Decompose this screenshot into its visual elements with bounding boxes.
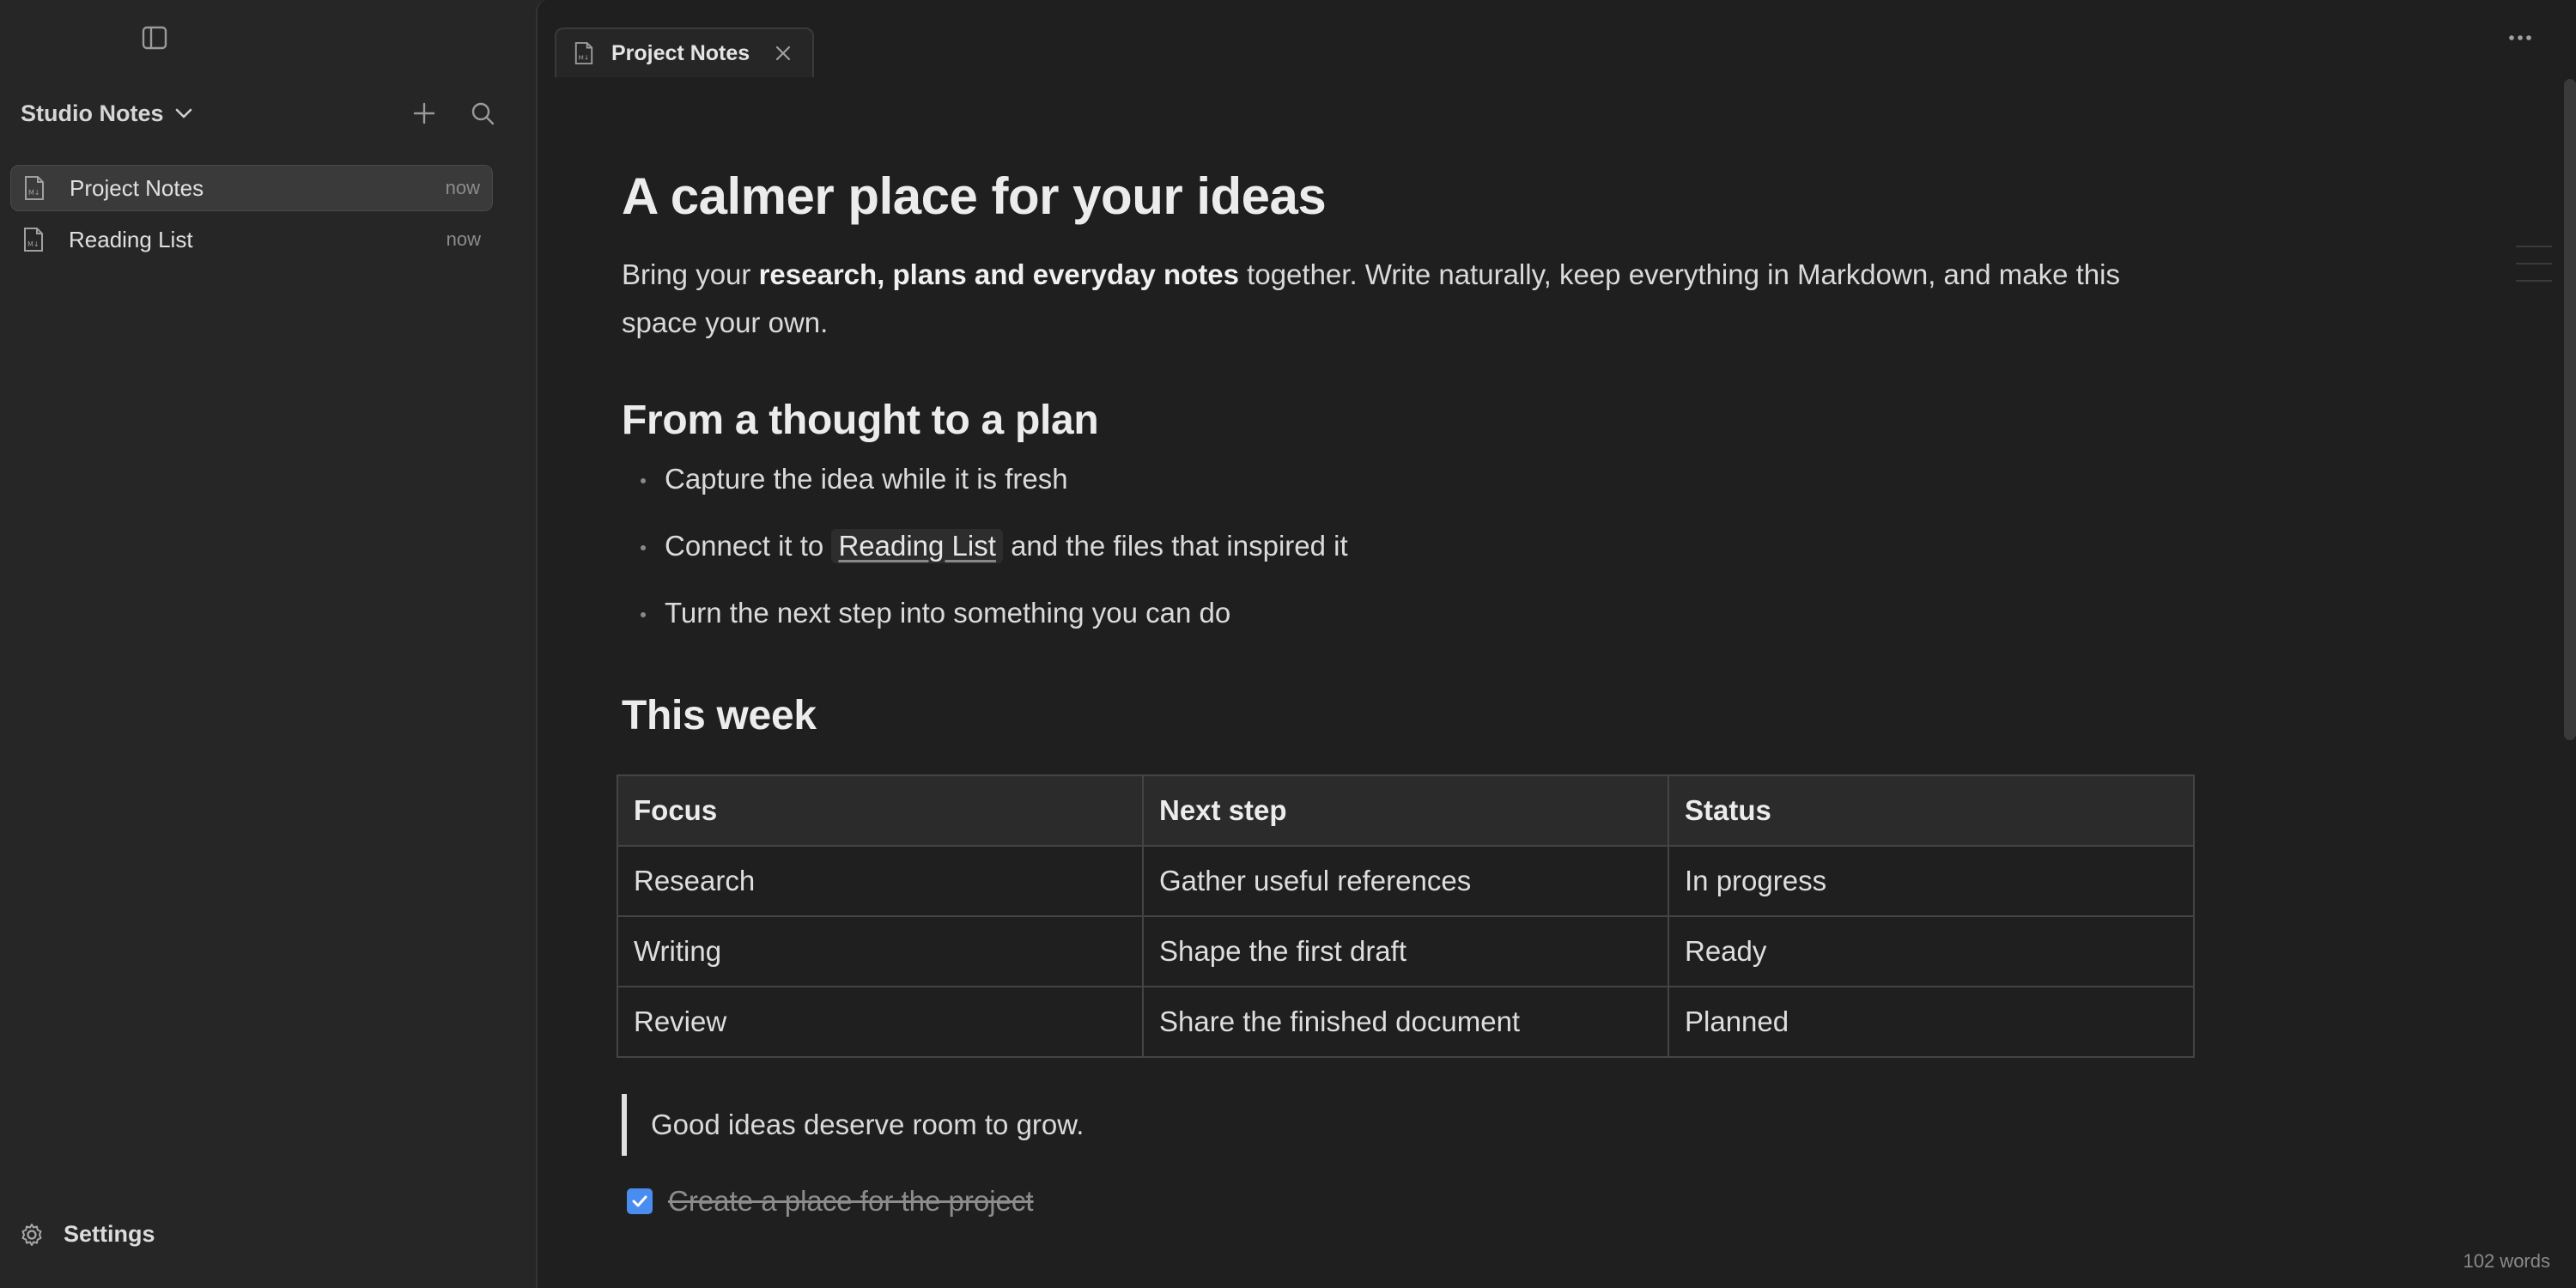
tab-label: Project Notes bbox=[611, 40, 750, 65]
table-cell: Review bbox=[617, 986, 1144, 1058]
gear-icon bbox=[21, 1223, 42, 1246]
svg-text:M↓: M↓ bbox=[579, 53, 590, 61]
settings-button[interactable]: Settings bbox=[19, 1221, 155, 1248]
list-item-text: Turn the next step into something you ca… bbox=[665, 597, 1231, 629]
list-item: Capture the idea while it is fresh bbox=[641, 462, 1348, 529]
table-cell: Ready bbox=[1668, 915, 2195, 987]
table-cell: Writing bbox=[617, 915, 1144, 987]
table-cell: Planned bbox=[1668, 986, 2195, 1058]
search-icon bbox=[471, 102, 495, 125]
markdown-file-icon: M↓ bbox=[22, 226, 48, 253]
internal-link-reading-list[interactable]: Reading List bbox=[831, 529, 1003, 563]
table-header-cell: Status bbox=[1668, 775, 2195, 847]
vault-name: Studio Notes bbox=[21, 100, 164, 126]
list-item-text: Connect it to bbox=[665, 530, 832, 562]
section-heading-plan: From a thought to a plan bbox=[622, 398, 1099, 443]
task-label: Create a place for the project bbox=[668, 1185, 1034, 1217]
list-item-text: and the files that inspired it bbox=[1002, 530, 1348, 562]
new-note-button[interactable] bbox=[409, 98, 440, 129]
list-item: Turn the next step into something you ca… bbox=[641, 596, 1348, 663]
intro-prefix: Bring your bbox=[622, 258, 759, 290]
vault-actions bbox=[409, 98, 498, 129]
sidebar: Studio Notes M↓ Project Notes now M↓ Rea… bbox=[0, 0, 536, 1288]
task-item: Create a place for the project bbox=[627, 1185, 1034, 1218]
blockquote-text: Good ideas deserve room to grow. bbox=[651, 1109, 1084, 1140]
table-cell: Gather useful references bbox=[1142, 845, 1669, 917]
table-header-cell: Focus bbox=[617, 775, 1144, 847]
svg-text:M↓: M↓ bbox=[28, 189, 40, 197]
svg-text:M↓: M↓ bbox=[27, 240, 39, 248]
document-content[interactable]: A calmer place for your ideas Bring your… bbox=[617, 77, 2231, 1288]
week-table: Focus Next step Status Research Gather u… bbox=[617, 775, 2195, 1058]
close-icon bbox=[775, 46, 791, 61]
table-cell: Share the finished document bbox=[1142, 986, 1669, 1058]
table-row: Review Share the finished document Plann… bbox=[617, 986, 2195, 1058]
table-cell: In progress bbox=[1668, 845, 2195, 917]
vault-switcher[interactable]: Studio Notes bbox=[21, 100, 193, 127]
markdown-file-icon: M↓ bbox=[23, 174, 49, 202]
checkmark-icon bbox=[632, 1195, 647, 1207]
intro-bold: research, plans and everyday notes bbox=[758, 258, 1240, 290]
scrollbar[interactable] bbox=[2564, 79, 2576, 740]
chevron-down-icon bbox=[175, 108, 191, 118]
word-count: 102 words bbox=[2463, 1250, 2550, 1272]
file-list: M↓ Project Notes now M↓ Reading List now bbox=[10, 165, 493, 268]
sidebar-toggle-button[interactable] bbox=[137, 22, 172, 53]
markdown-file-icon: M↓ bbox=[574, 42, 593, 64]
tab-project-notes[interactable]: M↓ Project Notes bbox=[555, 27, 814, 77]
minimap-line bbox=[2516, 263, 2552, 264]
outline-minimap[interactable] bbox=[2516, 246, 2552, 297]
new-note-icon bbox=[413, 102, 435, 125]
document-title: A calmer place for your ideas bbox=[622, 167, 1327, 225]
editor-pane: M↓ Project Notes A calmer place for your… bbox=[536, 0, 2576, 1288]
more-options-icon bbox=[2509, 35, 2531, 40]
file-label: Project Notes bbox=[70, 174, 204, 201]
minimap-line bbox=[2516, 280, 2552, 282]
task-checkbox[interactable] bbox=[627, 1188, 653, 1214]
table-cell: Shape the first draft bbox=[1142, 915, 1669, 987]
vault-header: Studio Notes bbox=[21, 93, 498, 134]
file-label: Reading List bbox=[69, 226, 193, 252]
list-item-text: Capture the idea while it is fresh bbox=[665, 463, 1068, 495]
minimap-line bbox=[2516, 246, 2552, 247]
settings-label: Settings bbox=[64, 1221, 155, 1247]
bullet-list: Capture the idea while it is fresh Conne… bbox=[641, 462, 1348, 663]
file-modified-time: now bbox=[445, 177, 480, 198]
list-item: Connect it to Reading List and the files… bbox=[641, 529, 1348, 596]
table-row: Research Gather useful references In pro… bbox=[617, 845, 2195, 917]
section-heading-week: This week bbox=[622, 693, 817, 738]
intro-paragraph: Bring your research, plans and everyday … bbox=[622, 251, 2202, 347]
file-modified-time: now bbox=[446, 228, 481, 250]
search-button[interactable] bbox=[467, 98, 498, 129]
file-item-project-notes[interactable]: M↓ Project Notes now bbox=[10, 165, 493, 211]
table-cell: Research bbox=[617, 845, 1144, 917]
blockquote: Good ideas deserve room to grow. bbox=[622, 1094, 1084, 1156]
more-options-button[interactable] bbox=[2499, 22, 2542, 53]
table-header-row: Focus Next step Status bbox=[617, 775, 2195, 847]
tab-close-button[interactable] bbox=[771, 41, 795, 65]
file-item-reading-list[interactable]: M↓ Reading List now bbox=[10, 216, 493, 263]
table-header-cell: Next step bbox=[1142, 775, 1669, 847]
sidebar-toggle-icon bbox=[142, 26, 167, 50]
table-row: Writing Shape the first draft Ready bbox=[617, 915, 2195, 987]
